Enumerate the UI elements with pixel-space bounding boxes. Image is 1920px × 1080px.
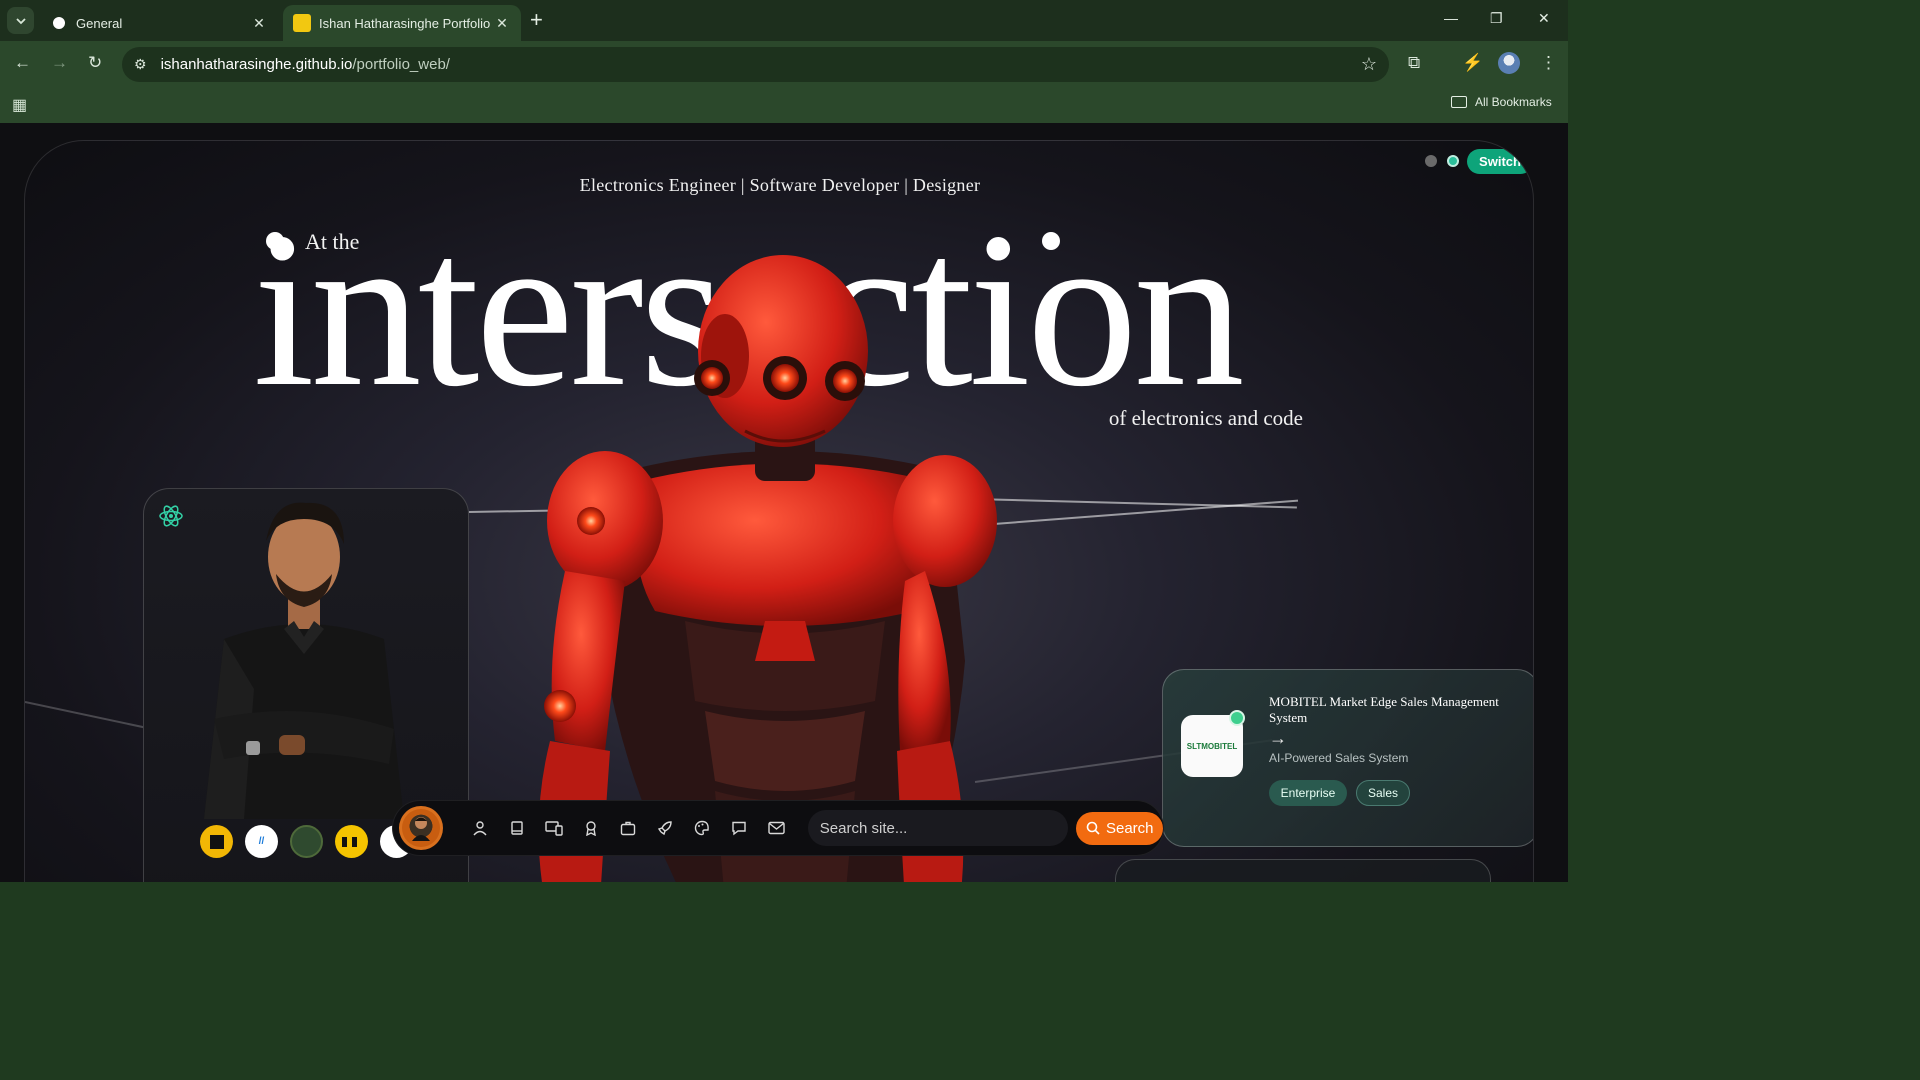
mail-icon[interactable] xyxy=(767,819,786,838)
partner-logo[interactable] xyxy=(200,825,233,858)
dock-avatar[interactable] xyxy=(399,806,443,850)
partner-logo[interactable] xyxy=(335,825,368,858)
folder-icon xyxy=(1451,96,1467,108)
arrow-right-icon[interactable]: → xyxy=(1269,728,1287,749)
tag-chip: Sales xyxy=(1356,780,1410,806)
portfolio-favicon xyxy=(293,14,311,32)
url-text: ishanhatharasinghe.github.io/portfolio_w… xyxy=(160,56,450,73)
book-icon[interactable] xyxy=(508,819,527,838)
forward-icon[interactable]: → xyxy=(51,53,68,73)
partner-logo[interactable]: // xyxy=(245,825,278,858)
search-button[interactable]: Search xyxy=(1076,811,1163,845)
project-card-next[interactable] xyxy=(1115,859,1491,882)
room-line xyxy=(468,504,849,513)
address-bar[interactable]: ⚙ ishanhatharasinghe.github.io/portfolio… xyxy=(122,47,1389,82)
site-search-box xyxy=(807,810,1069,846)
search-icon xyxy=(1086,821,1100,835)
tab-portfolio[interactable]: Ishan Hatharasinghe Portfolio ✕ xyxy=(283,5,521,41)
chat-icon[interactable] xyxy=(730,819,749,838)
close-icon[interactable]: ✕ xyxy=(250,14,268,32)
profile-avatar[interactable] xyxy=(1498,52,1520,74)
browser-tab-bar: General ✕ Ishan Hatharasinghe Portfolio … xyxy=(0,0,1568,41)
close-icon[interactable]: ✕ xyxy=(493,14,511,32)
all-bookmarks-button[interactable]: All Bookmarks xyxy=(1451,95,1552,109)
project-title: MOBITEL Market Edge Sales Management Sys… xyxy=(1269,694,1499,725)
minimize-icon[interactable]: — xyxy=(1444,10,1458,26)
hero-big-word: intersection xyxy=(253,187,1245,433)
rocket-icon[interactable] xyxy=(656,819,675,838)
browser-toolbar: ← → ↻ ⚙ ishanhatharasinghe.github.io/por… xyxy=(0,41,1568,88)
project-logo-text: SLTMOBITEL xyxy=(1186,741,1238,751)
project-subtitle: AI-Powered Sales System xyxy=(1269,751,1409,765)
award-icon[interactable] xyxy=(582,819,601,838)
palette-icon[interactable] xyxy=(693,819,712,838)
search-button-label: Search xyxy=(1105,819,1154,837)
partner-logos: // xyxy=(200,825,413,858)
project-card[interactable]: SLTMOBITEL MOBITEL Market Edge Sales Man… xyxy=(1162,669,1533,847)
react-icon xyxy=(159,505,183,527)
page-viewport: Electronics Engineer | Software Develope… xyxy=(0,123,1568,882)
apps-grid-icon[interactable]: ▦ xyxy=(12,95,27,115)
tab-title: Ishan Hatharasinghe Portfolio xyxy=(319,15,491,31)
restore-icon[interactable]: ❐ xyxy=(1490,10,1503,27)
theme-dot-active[interactable] xyxy=(1447,155,1459,167)
reload-icon[interactable]: ↻ xyxy=(88,53,102,73)
user-icon[interactable] xyxy=(471,819,490,838)
extensions-icon[interactable]: ⧉ xyxy=(1408,53,1420,73)
status-dot xyxy=(1229,710,1245,726)
theme-dots xyxy=(1425,155,1459,167)
tab-general[interactable]: General ✕ xyxy=(40,5,278,41)
back-icon[interactable]: ← xyxy=(14,53,31,73)
bookmark-star-icon[interactable]: ☆ xyxy=(1361,54,1377,75)
chevron-down-icon xyxy=(15,17,26,24)
person-avatar-icon xyxy=(411,817,430,841)
switch-button[interactable]: Switch xyxy=(1467,149,1533,174)
window-close-icon[interactable]: ✕ xyxy=(1538,10,1550,27)
performance-icon[interactable]: ⚡ xyxy=(1462,53,1483,73)
devices-icon[interactable] xyxy=(545,819,564,838)
site-info-icon[interactable]: ⚙ xyxy=(134,56,147,73)
room-line xyxy=(934,497,1297,509)
github-icon xyxy=(50,14,68,32)
tab-search-button[interactable] xyxy=(7,7,34,34)
partner-logo[interactable] xyxy=(290,825,323,858)
hero-section: Electronics Engineer | Software Develope… xyxy=(24,140,1534,882)
theme-dot[interactable] xyxy=(1425,155,1437,167)
profile-photo xyxy=(204,502,404,819)
dock-icons xyxy=(471,819,786,838)
site-search-input[interactable] xyxy=(819,819,1069,837)
briefcase-icon[interactable] xyxy=(619,819,638,838)
menu-icon[interactable]: ⋮ xyxy=(1540,53,1557,73)
new-tab-button[interactable]: + xyxy=(530,9,543,31)
bookmarks-bar: ▦ All Bookmarks xyxy=(0,88,1568,123)
tag-chip: Enterprise xyxy=(1269,780,1347,806)
bottom-dock: Search xyxy=(392,800,1164,856)
all-bookmarks-label: All Bookmarks xyxy=(1475,95,1552,109)
tab-title: General xyxy=(76,15,123,31)
hero-subline: of electronics and code xyxy=(1108,406,1303,430)
